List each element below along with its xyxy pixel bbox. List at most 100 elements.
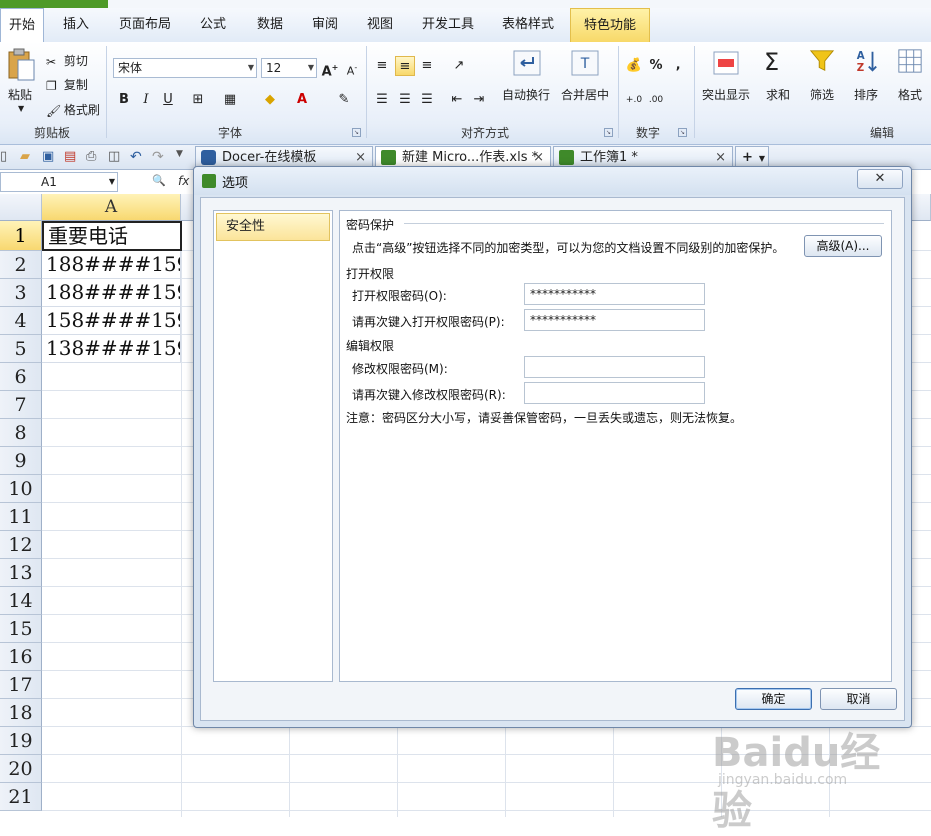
row-header[interactable]: 2 — [0, 251, 42, 279]
decrease-font-icon[interactable]: A- — [342, 58, 362, 78]
tab-home[interactable]: 开始 — [0, 8, 44, 43]
row-header[interactable]: 19 — [0, 727, 42, 755]
row-header[interactable]: 13 — [0, 559, 42, 587]
row-header[interactable]: 5 — [0, 335, 42, 363]
tab-insert[interactable]: 插入 — [48, 8, 104, 42]
align-right-icon[interactable]: ☰ — [417, 90, 437, 110]
font-dialog-launcher-icon[interactable]: ↘ — [352, 128, 361, 137]
doc-tab-new-worksheet[interactable]: 新建 Micro...作表.xls * × — [375, 146, 551, 168]
row-header[interactable]: 14 — [0, 587, 42, 615]
number-dialog-launcher-icon[interactable]: ↘ — [678, 128, 687, 137]
name-box[interactable]: A1 ▼ — [0, 172, 118, 192]
export-pdf-icon[interactable]: ▤ — [64, 149, 79, 164]
row-header[interactable]: 11 — [0, 503, 42, 531]
redo-icon[interactable]: ↷ — [152, 149, 167, 165]
currency-icon[interactable]: 💰 — [624, 56, 644, 76]
row-header[interactable]: 21 — [0, 783, 42, 811]
font-name-combo[interactable]: 宋体 ▼ — [113, 58, 257, 78]
tab-special-features[interactable]: 特色功能 — [570, 8, 650, 43]
zoom-search-icon[interactable]: 🔍 — [152, 174, 166, 187]
select-all-corner[interactable] — [0, 194, 42, 221]
row-header[interactable]: 16 — [0, 643, 42, 671]
column-header-a[interactable]: A — [42, 194, 181, 221]
tab-data[interactable]: 数据 — [244, 8, 296, 42]
paste-button[interactable]: 粘贴 — [8, 86, 32, 103]
align-middle-icon[interactable]: ≡ — [395, 56, 415, 76]
sort-button[interactable]: 排序 — [854, 86, 878, 103]
border-icon[interactable]: ⊞ — [188, 90, 208, 110]
doc-tab-docer[interactable]: Docer-在线模板 × — [195, 146, 373, 168]
underline-button[interactable]: U — [158, 90, 178, 110]
save-icon[interactable]: ▣ — [42, 149, 57, 164]
ok-button[interactable]: 确定 — [735, 688, 812, 710]
tab-view[interactable]: 视图 — [354, 8, 406, 42]
filter-button[interactable]: 筛选 — [810, 86, 834, 103]
format-button[interactable]: 格式 — [898, 86, 922, 103]
row-header[interactable]: 4 — [0, 307, 42, 335]
open-confirm-input[interactable]: *********** — [524, 309, 705, 331]
new-file-icon[interactable]: ▯ — [0, 149, 15, 164]
format-painter-button[interactable]: 🖌 格式刷 — [46, 101, 100, 118]
merge-center-button[interactable]: 合并居中 — [561, 86, 609, 103]
advanced-button[interactable]: 高级(A)... — [804, 235, 882, 257]
customize-dropdown-icon[interactable]: ▼ — [176, 149, 191, 164]
row-header[interactable]: 10 — [0, 475, 42, 503]
print-icon[interactable]: ⎙ — [86, 149, 101, 164]
tab-formulas[interactable]: 公式 — [186, 8, 240, 42]
close-icon[interactable]: × — [715, 147, 726, 168]
italic-button[interactable]: I — [136, 90, 156, 110]
doc-tab-workbook1[interactable]: 工作簿1 * × — [553, 146, 733, 168]
close-icon[interactable]: × — [533, 147, 544, 168]
new-tab-button[interactable]: + ▼ — [735, 146, 769, 168]
cell-a1[interactable]: 重要电话 — [42, 221, 182, 251]
cell-a2[interactable]: 188####1592 — [42, 251, 181, 279]
row-header[interactable]: 8 — [0, 419, 42, 447]
edit-confirm-input[interactable] — [524, 382, 705, 404]
tab-review[interactable]: 审阅 — [300, 8, 350, 42]
tab-developer[interactable]: 开发工具 — [410, 8, 486, 42]
increase-font-icon[interactable]: A+ — [320, 58, 340, 79]
text-orientation-icon[interactable]: ↗ — [449, 56, 469, 76]
decrease-decimal-icon[interactable]: .00 — [646, 90, 666, 110]
sum-button[interactable]: 求和 — [766, 86, 790, 103]
row-header[interactable]: 7 — [0, 391, 42, 419]
align-top-icon[interactable]: ≡ — [372, 56, 392, 76]
row-header[interactable]: 17 — [0, 671, 42, 699]
nav-item-security[interactable]: 安全性 — [216, 213, 330, 241]
clear-format-icon[interactable]: ✎ — [334, 90, 354, 110]
align-center-icon[interactable]: ☰ — [395, 90, 415, 110]
cell-a5[interactable]: 138####1595 — [42, 335, 181, 363]
font-color-icon[interactable]: A — [292, 90, 312, 110]
font-size-combo[interactable]: 12 ▼ — [261, 58, 317, 78]
tab-table-style[interactable]: 表格样式 — [490, 8, 566, 42]
cell-a3[interactable]: 188####1593 — [42, 279, 181, 307]
cell-style-icon[interactable]: ▦ — [220, 90, 240, 110]
decrease-indent-icon[interactable]: ⇤ — [447, 90, 467, 110]
cancel-button[interactable]: 取消 — [820, 688, 897, 710]
dialog-title-bar[interactable]: 选项 ✕ — [194, 167, 911, 195]
close-icon[interactable]: × — [355, 147, 366, 168]
wps-logo[interactable] — [0, 0, 108, 8]
row-header[interactable]: 20 — [0, 755, 42, 783]
undo-icon[interactable]: ↶ — [130, 149, 145, 165]
edit-password-input[interactable] — [524, 356, 705, 378]
print-preview-icon[interactable]: ◫ — [108, 149, 123, 164]
tab-page-layout[interactable]: 页面布局 — [108, 8, 182, 42]
open-folder-icon[interactable]: ▰ — [20, 149, 35, 164]
row-header[interactable]: 3 — [0, 279, 42, 307]
cell-a4[interactable]: 158####1594 — [42, 307, 181, 335]
copy-button[interactable]: ❐ 复制 — [46, 76, 88, 93]
fill-color-icon[interactable]: ◆ — [260, 90, 280, 110]
comma-style-button[interactable]: ‚ — [668, 56, 688, 76]
paste-dropdown-arrow[interactable]: ▼ — [18, 104, 24, 113]
cut-button[interactable]: ✂ 剪切 — [46, 52, 88, 69]
alignment-dialog-launcher-icon[interactable]: ↘ — [604, 128, 613, 137]
align-bottom-icon[interactable]: ≡ — [417, 56, 437, 76]
wrap-text-button[interactable]: 自动换行 — [502, 86, 550, 103]
row-header[interactable]: 1 — [0, 221, 42, 251]
function-icon[interactable]: fx — [178, 174, 189, 188]
row-header[interactable]: 12 — [0, 531, 42, 559]
highlight-button[interactable]: 突出显示 — [702, 86, 750, 103]
increase-indent-icon[interactable]: ⇥ — [469, 90, 489, 110]
row-header[interactable]: 9 — [0, 447, 42, 475]
